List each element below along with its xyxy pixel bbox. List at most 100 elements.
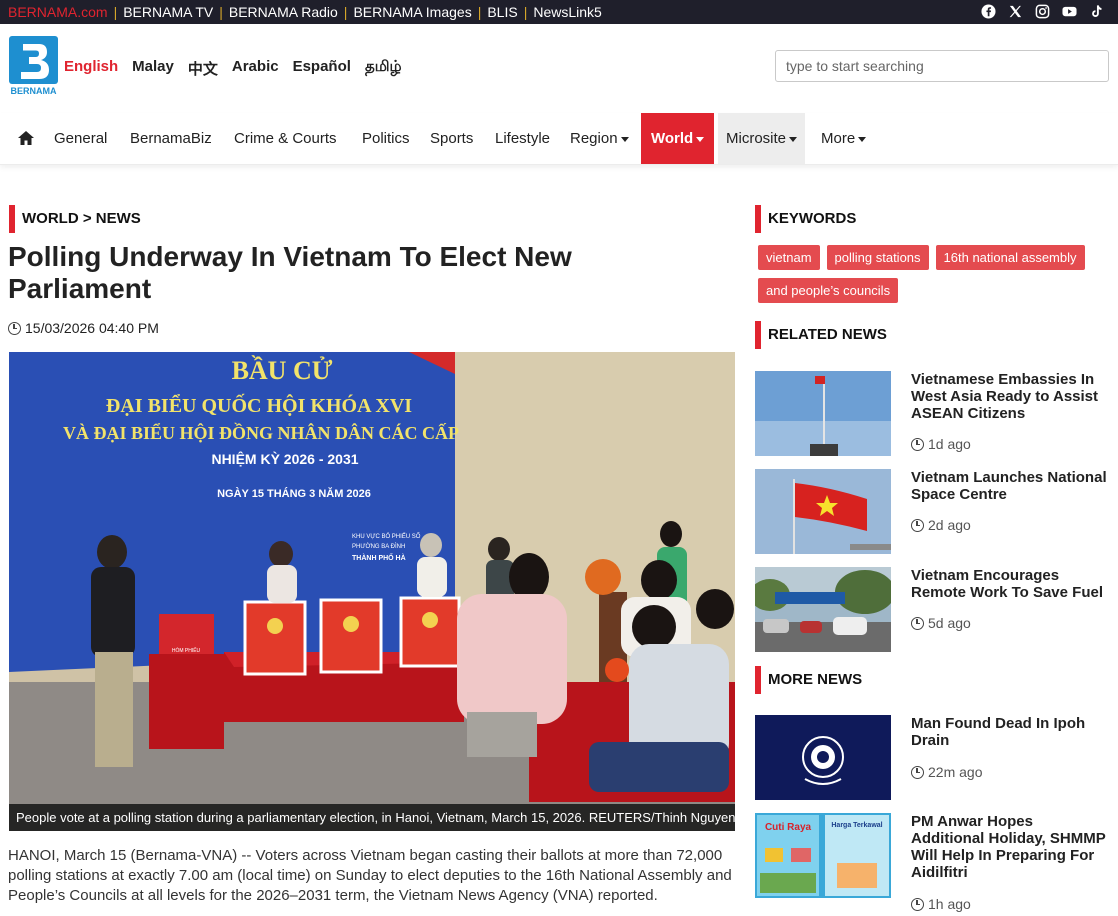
nav-politics[interactable]: Politics	[362, 113, 410, 164]
nav-world[interactable]: World	[641, 113, 715, 164]
top-link-bernama-radio[interactable]: BERNAMA Radio	[229, 4, 338, 20]
news-title[interactable]: PM Anwar Hopes Additional Holiday, SHMMP…	[911, 813, 1109, 881]
banner-line-2: ĐẠI BIỂU QUỐC HỘI KHÓA XVI	[106, 393, 412, 417]
article-photo: BẦU CỬ ĐẠI BIỂU QUỐC HỘI KHÓA XVI VÀ ĐẠI…	[9, 352, 735, 831]
article-datetime: 15/03/2026 04:40 PM	[25, 320, 159, 336]
news-title[interactable]: Vietnam Launches National Space Centre	[911, 469, 1109, 503]
top-link-blis[interactable]: BLIS	[487, 4, 517, 20]
keyword-tag[interactable]: vietnam	[758, 245, 820, 270]
news-time: 5d ago	[911, 615, 971, 631]
news-time-label: 22m ago	[928, 764, 983, 780]
nav-more-label: More	[821, 130, 856, 147]
nav-lifestyle[interactable]: Lifestyle	[495, 113, 550, 164]
sign-line-2: PHƯỜNG BA ĐÌNH	[352, 543, 405, 550]
x-icon[interactable]	[1008, 4, 1023, 19]
nav-region[interactable]: Region	[570, 113, 629, 164]
clock-icon	[911, 765, 924, 779]
logo-text: BERNAMA	[11, 86, 57, 96]
banner-line-5: NGÀY 15 THÁNG 3 NĂM 2026	[217, 487, 371, 500]
separator: |	[343, 4, 348, 20]
thumb-text-harga: Harga Terkawal	[831, 822, 882, 829]
top-link-bernama-tv[interactable]: BERNAMA TV	[123, 4, 213, 20]
keyword-tag[interactable]: and people’s councils	[758, 278, 899, 303]
news-time-label: 2d ago	[928, 517, 971, 533]
lang-espanol[interactable]: Español	[293, 58, 351, 79]
article-title: Polling Underway In Vietnam To Elect New…	[8, 241, 572, 304]
nav-general[interactable]: General	[54, 113, 107, 164]
nav-microsite[interactable]: Microsite	[718, 113, 806, 164]
banner-line-1: BẦU CỬ	[232, 356, 333, 385]
thumb-text-cuti-raya: Cuti Raya	[765, 822, 812, 833]
separator: |	[219, 4, 223, 20]
clock-icon	[911, 518, 924, 532]
lang-malay[interactable]: Malay	[132, 58, 174, 79]
clock-icon	[911, 437, 924, 451]
photo-caption: People vote at a polling station during …	[9, 804, 735, 831]
sign-line-1: KHU VỰC BỎ PHIẾU SỐ	[352, 533, 421, 540]
separator: |	[113, 4, 118, 20]
ballot-box-label: HÒM PHIẾU	[172, 647, 201, 654]
news-thumbnail[interactable]: Cuti Raya Harga Terkawal	[755, 813, 891, 898]
search-input[interactable]	[775, 50, 1109, 82]
keyword-tag[interactable]: 16th national assembly	[935, 245, 1085, 270]
news-time: 1h ago	[911, 896, 971, 912]
caret-down-icon	[696, 136, 705, 142]
article-date: 15/03/2026 04:40 PM	[8, 320, 159, 336]
breadcrumb: WORLD > NEWS	[9, 205, 141, 233]
banner-line-4: NHIỆM KỲ 2026 - 2031	[211, 450, 358, 467]
caret-down-icon	[789, 136, 798, 142]
nav-microsite-label: Microsite	[726, 130, 787, 147]
top-links: BERNAMA.com | BERNAMA TV | BERNAMA Radio | BER…	[8, 4, 602, 20]
keyword-tags: vietnam polling stations 16th national a…	[758, 245, 1108, 303]
separator: |	[477, 4, 482, 20]
news-thumbnail[interactable]	[755, 715, 891, 800]
bernama-logo[interactable]: BERNAMA	[9, 36, 58, 96]
nav-region-label: Region	[570, 130, 618, 147]
news-time: 22m ago	[911, 764, 982, 780]
news-thumbnail[interactable]	[755, 469, 891, 554]
news-title[interactable]: Vietnam Encourages Remote Work To Save F…	[911, 567, 1109, 601]
nav-sports[interactable]: Sports	[430, 113, 473, 164]
separator: |	[523, 4, 528, 20]
clock-icon	[911, 897, 924, 911]
more-news-heading: MORE NEWS	[755, 666, 862, 694]
caret-down-icon	[858, 136, 867, 142]
nav-world-label: World	[651, 130, 694, 147]
clock-icon	[8, 321, 21, 335]
keyword-tag[interactable]: polling stations	[826, 245, 929, 270]
news-title[interactable]: Vietnamese Embassies In West Asia Ready …	[911, 371, 1109, 422]
home-icon[interactable]	[17, 130, 35, 146]
lang-english[interactable]: English	[64, 58, 118, 79]
top-bar: BERNAMA.com | BERNAMA TV | BERNAMA Radio | BER…	[0, 0, 1118, 24]
social-icons	[981, 4, 1104, 19]
facebook-icon[interactable]	[981, 4, 996, 19]
top-link-bernama-com[interactable]: BERNAMA.com	[8, 4, 108, 20]
lang-chinese[interactable]: 中文	[188, 58, 218, 79]
language-selector: English Malay 中文 Arabic Español தமிழ்	[64, 58, 402, 79]
youtube-icon[interactable]	[1062, 4, 1077, 19]
keywords-heading: KEYWORDS	[755, 205, 856, 233]
top-link-bernama-images[interactable]: BERNAMA Images	[353, 4, 471, 20]
news-time-label: 1h ago	[928, 896, 971, 912]
nav-bernamabiz[interactable]: BernamaBiz	[130, 113, 212, 164]
clock-icon	[911, 616, 924, 630]
news-title[interactable]: Man Found Dead In Ipoh Drain	[911, 715, 1109, 749]
nav-more[interactable]: More	[821, 113, 867, 164]
news-time: 1d ago	[911, 436, 971, 452]
news-thumbnail[interactable]	[755, 371, 891, 456]
lang-tamil[interactable]: தமிழ்	[365, 58, 402, 79]
related-news-heading: RELATED NEWS	[755, 321, 887, 349]
caret-down-icon	[620, 136, 629, 142]
news-time-label: 1d ago	[928, 436, 971, 452]
lang-arabic[interactable]: Arabic	[232, 58, 279, 79]
news-time: 2d ago	[911, 517, 971, 533]
instagram-icon[interactable]	[1035, 4, 1050, 19]
news-time-label: 5d ago	[928, 615, 971, 631]
main-nav: General BernamaBiz Crime & Courts Politi…	[0, 113, 1118, 165]
news-thumbnail[interactable]	[755, 567, 891, 652]
banner-line-3: VÀ ĐẠI BIỂU HỘI ĐỒNG NHÂN DÂN CÁC CẤP	[63, 422, 459, 443]
article-body: HANOI, March 15 (Bernama-VNA) -- Voters …	[8, 847, 732, 904]
nav-crime-courts[interactable]: Crime & Courts	[234, 113, 337, 164]
top-link-newslink5[interactable]: NewsLink5	[533, 4, 601, 20]
tiktok-icon[interactable]	[1089, 4, 1104, 19]
